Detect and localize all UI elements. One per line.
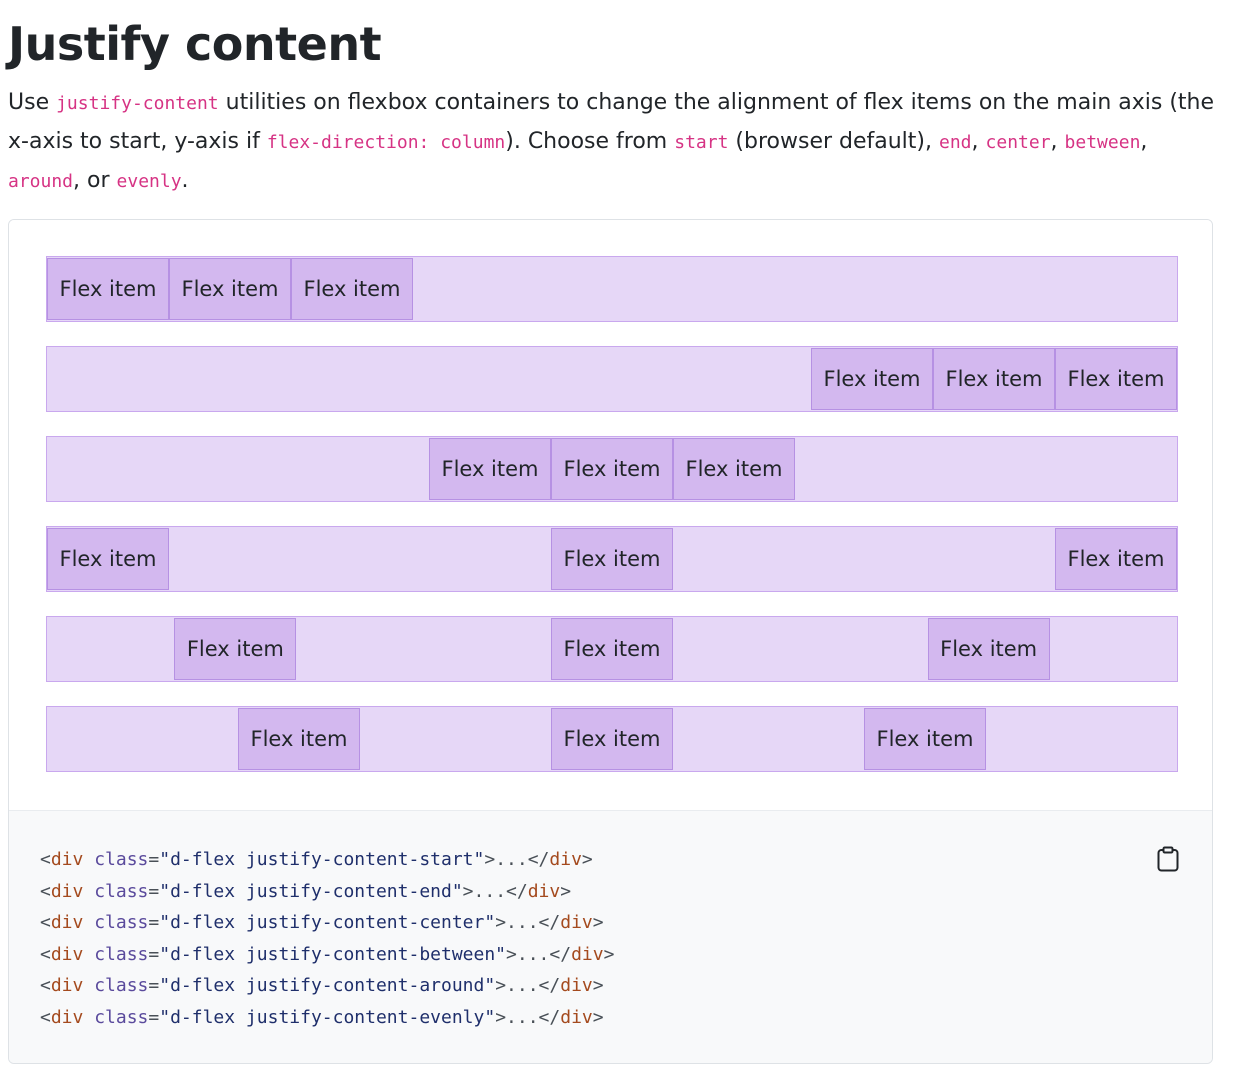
inline-code: justify-content: [56, 93, 219, 114]
code-line: <div class="d-flex justify-content-betwe…: [40, 943, 615, 965]
inline-code: end: [939, 132, 972, 153]
intro-paragraph: Use justify-content utilities on flexbox…: [8, 84, 1223, 201]
intro-text: ,: [1050, 129, 1065, 154]
flex-item: Flex item: [673, 438, 795, 500]
flex-item: Flex item: [550, 618, 673, 680]
flex-item: Flex item: [238, 708, 360, 770]
example-box: Flex item Flex item Flex item Flex item …: [8, 219, 1213, 1064]
inline-code: around: [8, 171, 74, 192]
flex-item: Flex item: [47, 258, 169, 320]
intro-text: ,: [971, 129, 986, 154]
flex-item: Flex item: [174, 618, 297, 680]
inline-code: center: [985, 132, 1051, 153]
intro-text: , or: [73, 168, 117, 193]
inline-code: between: [1064, 132, 1141, 153]
intro-text: ). Choose from: [505, 129, 675, 154]
flex-row-between: Flex item Flex item Flex item: [46, 526, 1178, 592]
flex-item: Flex item: [169, 258, 291, 320]
copy-button[interactable]: [1154, 845, 1182, 873]
flex-row-center: Flex item Flex item Flex item: [46, 436, 1178, 502]
flex-row-end: Flex item Flex item Flex item: [46, 346, 1178, 412]
code-snippet: <div class="d-flex justify-content-start…: [9, 810, 1212, 1063]
flex-item: Flex item: [864, 708, 986, 770]
intro-text: .: [181, 168, 189, 193]
clipboard-icon: [1157, 846, 1179, 872]
intro-text: (browser default),: [728, 129, 939, 154]
flex-item: Flex item: [551, 528, 673, 590]
flex-item: Flex item: [933, 348, 1055, 410]
flex-item: Flex item: [291, 258, 413, 320]
page-title: Justify content: [8, 17, 382, 71]
flex-item: Flex item: [811, 348, 933, 410]
intro-text: Use: [8, 90, 57, 115]
inline-code: start: [674, 132, 729, 153]
code-line: <div class="d-flex justify-content-end">…: [40, 880, 572, 902]
inline-code: flex-direction: column: [266, 132, 506, 153]
flex-item: Flex item: [551, 438, 673, 500]
flex-row-around: Flex item Flex item Flex item: [46, 616, 1178, 682]
code-block[interactable]: <div class="d-flex justify-content-start…: [40, 844, 614, 1033]
inline-code: evenly: [116, 171, 182, 192]
flex-demo: Flex item Flex item Flex item Flex item …: [9, 220, 1212, 810]
flex-row-evenly: Flex item Flex item Flex item: [46, 706, 1178, 772]
flex-item: Flex item: [47, 528, 169, 590]
code-line: <div class="d-flex justify-content-aroun…: [40, 975, 604, 996]
code-line: <div class="d-flex justify-content-evenl…: [40, 1006, 604, 1028]
code-line: <div class="d-flex justify-content-cente…: [40, 912, 604, 933]
intro-text: ,: [1140, 129, 1148, 154]
flex-row-start: Flex item Flex item Flex item: [46, 256, 1178, 322]
flex-item: Flex item: [1055, 348, 1177, 410]
flex-item: Flex item: [551, 708, 673, 770]
code-line: <div class="d-flex justify-content-start…: [40, 849, 593, 870]
flex-item: Flex item: [429, 438, 551, 500]
flex-item: Flex item: [1055, 528, 1177, 590]
flex-item: Flex item: [927, 618, 1050, 680]
